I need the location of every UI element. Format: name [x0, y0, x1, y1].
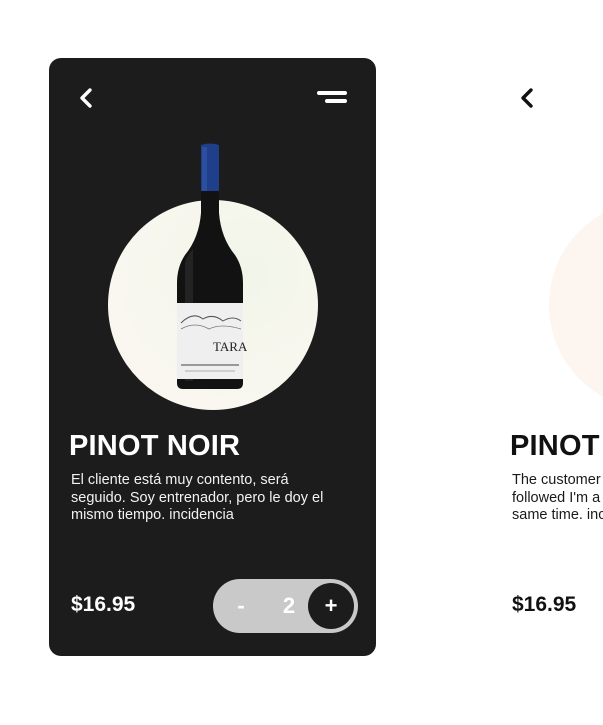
screen: TARA PINOT NOIR El cliente está muy cont… — [0, 0, 603, 725]
quantity-value: 2 — [282, 593, 296, 618]
chevron-left-icon — [80, 88, 92, 108]
product-title: PINOT NOIR — [69, 430, 241, 462]
back-button-light[interactable] — [516, 86, 540, 110]
product-price-light: $16.95 — [512, 593, 577, 616]
product-price: $16.95 — [71, 593, 136, 616]
product-title-light: PINOT NOIR — [510, 430, 603, 462]
back-button[interactable] — [75, 86, 99, 110]
chevron-left-icon — [521, 88, 533, 108]
product-card-dark: TARA PINOT NOIR El cliente está muy cont… — [49, 58, 376, 656]
menu-icon-line — [325, 99, 347, 103]
product-card-light: PINOT NOIR The customer is very happy, i… — [490, 58, 603, 656]
quantity-stepper: - 2 + — [213, 579, 358, 633]
menu-button[interactable] — [315, 90, 347, 108]
bottle-label-text: TARA — [213, 339, 247, 354]
product-description-light: The customer is very happy, it will be f… — [512, 472, 603, 523]
menu-icon — [317, 91, 347, 95]
product-description: El cliente está muy contento, será segui… — [71, 472, 324, 523]
wine-bottle-image: TARA — [177, 143, 247, 389]
decrease-quantity-button[interactable]: - — [231, 579, 251, 633]
increase-quantity-button[interactable]: + — [308, 583, 354, 629]
product-backdrop-circle-light — [549, 200, 603, 410]
